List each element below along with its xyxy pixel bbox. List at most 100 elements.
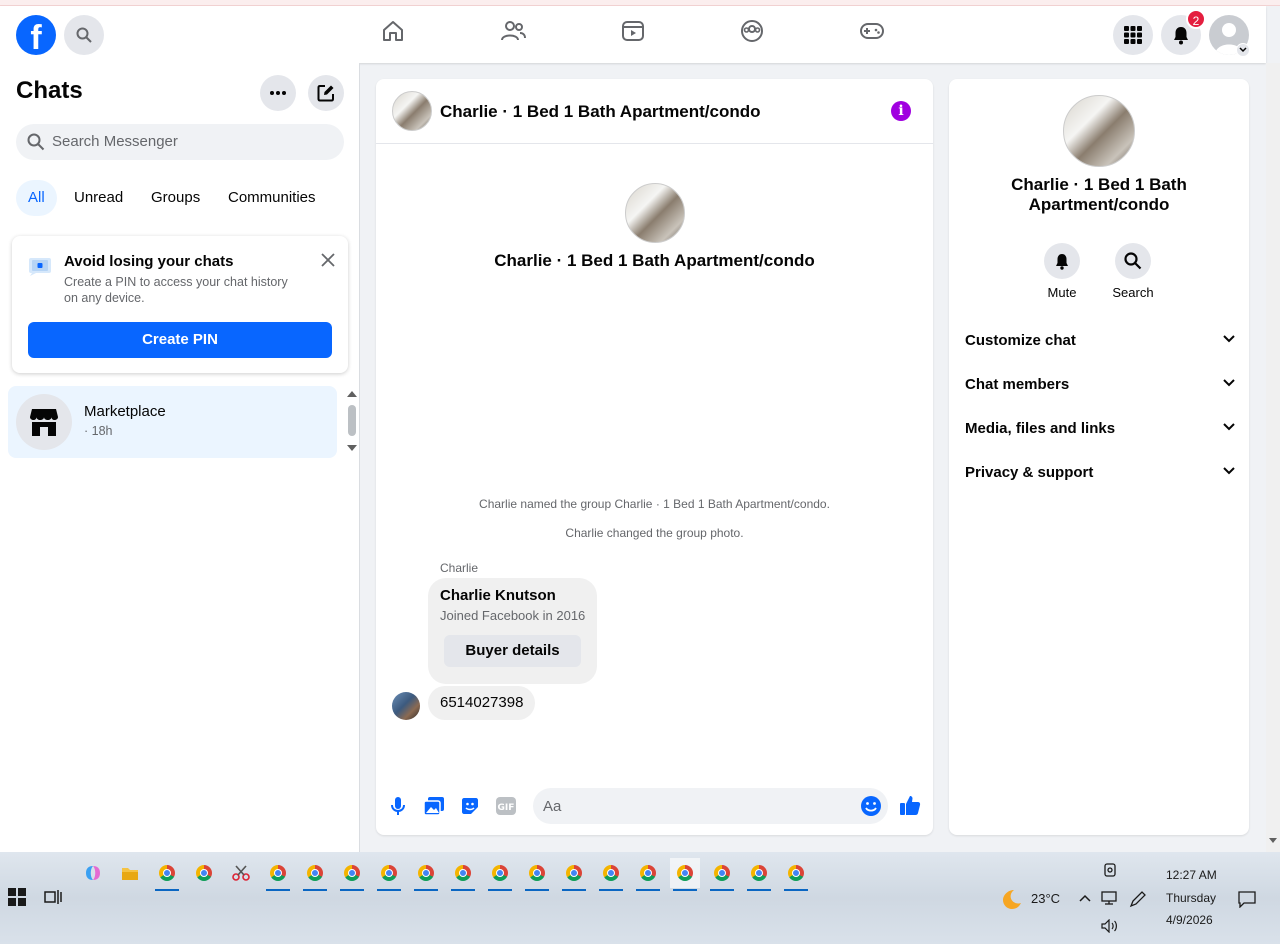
section-media-files-links[interactable]: Media, files and links (965, 417, 1235, 441)
chrome-icon (159, 865, 175, 881)
filter-communities[interactable]: Communities (216, 180, 328, 216)
chrome-icon (418, 865, 434, 881)
message-bubble[interactable]: 6514027398 (428, 686, 536, 720)
chrome-app[interactable] (411, 858, 441, 891)
section-label: Customize chat (965, 332, 1076, 349)
network-icon[interactable] (1101, 890, 1119, 906)
message-input[interactable]: Aa (533, 788, 888, 824)
chrome-app[interactable] (300, 858, 330, 891)
chrome-app[interactable] (633, 858, 663, 891)
chrome-app[interactable] (337, 858, 367, 891)
microphone-icon (391, 797, 405, 815)
chrome-app[interactable] (522, 858, 552, 891)
filter-groups[interactable]: Groups (139, 180, 212, 216)
weather-widget[interactable] (999, 887, 1023, 911)
task-view-button[interactable] (44, 889, 64, 907)
chrome-app[interactable] (707, 858, 737, 891)
file-explorer-app[interactable] (115, 858, 145, 888)
new-message-button[interactable] (308, 75, 344, 111)
chrome-icon (270, 865, 286, 881)
sender-avatar[interactable] (392, 692, 420, 720)
svg-text:GIF: GIF (498, 803, 515, 813)
search-in-chat-button[interactable] (1115, 243, 1151, 279)
emoji-icon[interactable] (860, 795, 882, 817)
friends-icon (501, 21, 526, 41)
mute-action[interactable]: Mute (1032, 243, 1092, 300)
chats-title: Chats (16, 77, 83, 104)
sender-name: Charlie (440, 561, 479, 575)
search-input[interactable]: Search Messenger (16, 124, 344, 160)
facebook-logo[interactable]: f (16, 15, 56, 55)
section-customize-chat[interactable]: Customize chat (965, 329, 1235, 353)
search-placeholder: Search Messenger (52, 133, 178, 150)
volume-icon[interactable] (1101, 919, 1119, 933)
sidebar-scroll-thumb[interactable] (348, 405, 356, 436)
compose-icon (317, 85, 334, 102)
top-navigation: f 2 (0, 6, 1266, 63)
attach-media-button[interactable] (423, 795, 445, 817)
search-button[interactable] (64, 15, 104, 55)
pen-icon[interactable] (1129, 890, 1147, 908)
chrome-app[interactable] (189, 858, 219, 888)
chat-list-item[interactable]: Marketplace · 18h (8, 386, 337, 458)
watch-tab[interactable] (620, 18, 646, 44)
chrome-app[interactable] (485, 858, 515, 891)
lock-chat-icon (29, 258, 51, 276)
section-chat-members[interactable]: Chat members (965, 373, 1235, 397)
close-pin-card-button[interactable] (316, 248, 340, 272)
meet-icon[interactable] (1102, 862, 1118, 878)
system-message: Charlie named the group Charlie · 1 Bed … (479, 497, 830, 511)
group-photo-details[interactable] (1063, 95, 1135, 167)
menu-button[interactable] (1113, 15, 1153, 55)
create-pin-button[interactable]: Create PIN (28, 322, 332, 358)
chrome-app[interactable] (448, 858, 478, 891)
sticker-button[interactable] (459, 795, 481, 817)
mute-button[interactable] (1044, 243, 1080, 279)
filter-all[interactable]: All (16, 180, 57, 216)
chrome-icon (640, 865, 656, 881)
clock-date[interactable]: 4/9/2026 (1166, 913, 1213, 927)
menu-grid-icon (1124, 26, 1142, 44)
groups-tab[interactable] (739, 18, 765, 44)
thumbs-up-icon (900, 796, 921, 815)
page-scrollbar[interactable] (1266, 63, 1280, 852)
chrome-icon (714, 865, 730, 881)
photo-icon (424, 797, 444, 815)
more-options-button[interactable] (260, 75, 296, 111)
like-button[interactable] (899, 794, 921, 816)
chrome-app[interactable] (374, 858, 404, 891)
chrome-app[interactable] (263, 858, 293, 891)
start-button[interactable] (8, 888, 28, 908)
copilot-app[interactable] (78, 858, 108, 888)
info-icon[interactable]: i (891, 101, 911, 121)
chrome-app[interactable] (559, 858, 589, 891)
buyer-joined-text: Joined Facebook in 2016 (440, 608, 586, 623)
chevron-up-icon[interactable] (1079, 894, 1091, 902)
notification-center-icon[interactable] (1238, 890, 1256, 908)
chrome-app[interactable] (744, 858, 774, 891)
clock-day[interactable]: Thursday (1166, 891, 1216, 905)
voice-clip-button[interactable] (387, 795, 409, 817)
group-photo[interactable] (392, 91, 432, 131)
chrome-icon (751, 865, 767, 881)
clock-time[interactable]: 12:27 AM (1166, 868, 1217, 882)
section-privacy-support[interactable]: Privacy & support (965, 461, 1235, 485)
chrome-app[interactable] (596, 858, 626, 891)
filter-unread[interactable]: Unread (62, 180, 135, 216)
conversation-title[interactable]: Charlie · 1 Bed 1 Bath Apartment/condo (440, 102, 761, 122)
account-chevron[interactable] (1236, 43, 1250, 57)
gaming-tab[interactable] (859, 18, 885, 44)
snipping-tool-app[interactable] (226, 858, 256, 888)
home-tab[interactable] (380, 18, 406, 44)
buyer-profile-card: Charlie Knutson Joined Facebook in 2016 … (428, 578, 597, 684)
chrome-app[interactable] (152, 858, 182, 891)
gif-button[interactable]: GIF (495, 795, 517, 817)
chrome-app[interactable] (781, 858, 811, 891)
buyer-details-button[interactable]: Buyer details (444, 635, 581, 667)
bell-icon (1174, 27, 1188, 45)
friends-tab[interactable] (500, 18, 526, 44)
folder-icon (122, 868, 138, 880)
chrome-app-active[interactable] (670, 858, 700, 891)
search-action[interactable]: Search (1103, 243, 1163, 300)
home-icon (383, 21, 403, 41)
